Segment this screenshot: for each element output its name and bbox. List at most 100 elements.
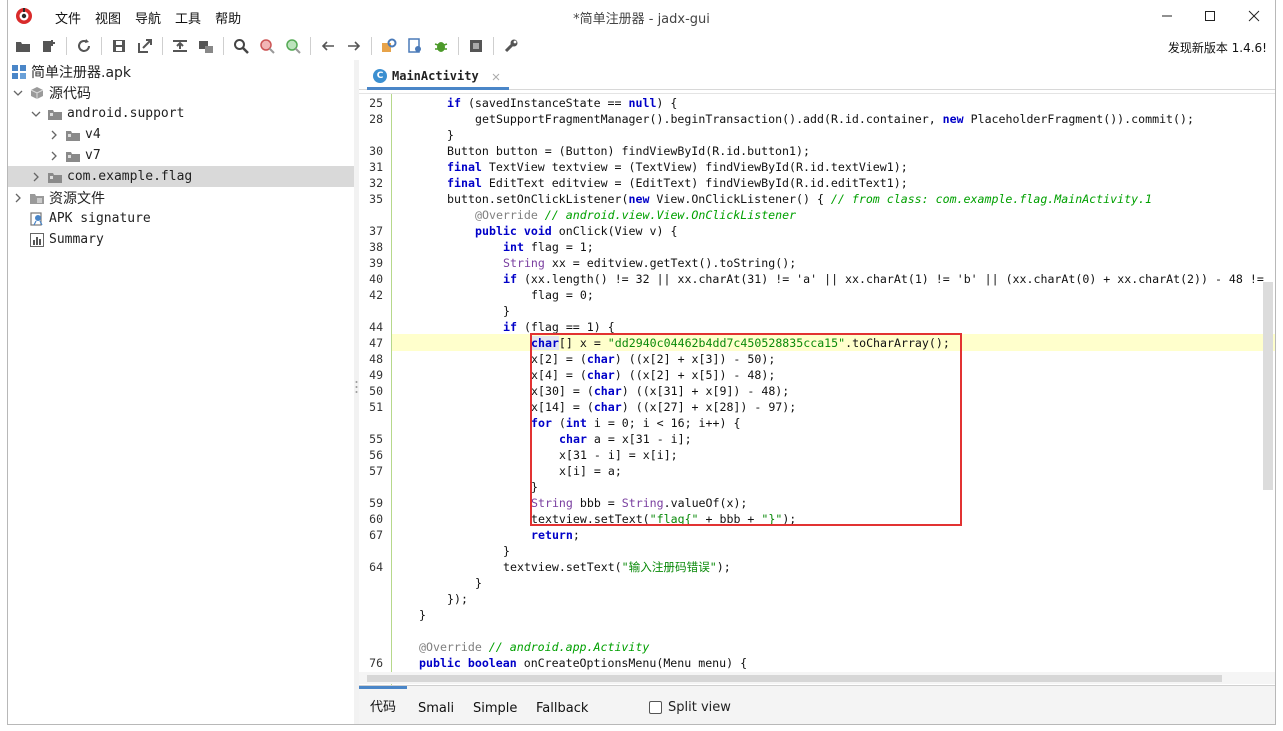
menu-file[interactable]: 文件: [48, 8, 88, 27]
debug-bug-icon[interactable]: [430, 35, 452, 57]
jadx-window: 文件 视图 导航 工具 帮助 *简单注册器 - jadx-gui 发现新版本 1…: [7, 0, 1276, 725]
tree-com-example-flag[interactable]: com.example.flag: [30, 166, 192, 187]
save-all-icon[interactable]: [108, 35, 130, 57]
code-line: String xx = editview.getText().toString(…: [503, 256, 797, 270]
chevron-right-icon[interactable]: [48, 129, 60, 141]
chevron-right-icon[interactable]: [12, 192, 24, 204]
menu-view[interactable]: 视图: [88, 8, 128, 27]
code-line: }: [531, 480, 538, 494]
tree-resources-label: 资源文件: [49, 190, 105, 207]
code-line: public boolean onCreateOptionsMenu(Menu …: [419, 656, 748, 670]
decompile-all-icon[interactable]: [465, 35, 487, 57]
tree-v4[interactable]: v4: [48, 124, 101, 145]
tree-apk-signature-label: APK signature: [49, 211, 151, 226]
open-file-icon[interactable]: [12, 35, 34, 57]
horizontal-scrollbar[interactable]: [367, 675, 1222, 682]
chevron-right-icon[interactable]: [30, 171, 42, 183]
toolbar-divider: [162, 37, 163, 55]
tree-root-apk[interactable]: 简单注册器.apk: [12, 61, 131, 82]
chevron-down-icon[interactable]: [12, 87, 24, 99]
sync-tree-icon[interactable]: [169, 35, 191, 57]
maximize-button[interactable]: [1195, 4, 1225, 28]
tab-fallback[interactable]: Fallback: [536, 694, 588, 722]
toolbar-divider: [493, 37, 494, 55]
close-button[interactable]: [1239, 4, 1269, 28]
code-line: textview.setText("输入注册码错误");: [503, 560, 731, 574]
preferences-wrench-icon[interactable]: [500, 35, 522, 57]
chevron-down-icon[interactable]: [30, 108, 42, 120]
update-available-link[interactable]: 发现新版本 1.4.6!: [1168, 39, 1267, 56]
code-line: }: [503, 304, 510, 318]
code-line: @Override // android.view.View.OnClickLi…: [475, 208, 797, 222]
tree-apk-signature[interactable]: APK signature: [30, 208, 151, 229]
line-number: 37: [369, 224, 383, 238]
code-line: @Override // android.app.Activity: [419, 640, 650, 654]
class-search-icon[interactable]: [256, 35, 278, 57]
menu-tools[interactable]: 工具: [168, 8, 208, 27]
tree-resources[interactable]: 资源文件: [12, 187, 105, 208]
folder-icon: [66, 128, 80, 142]
export-icon[interactable]: [134, 35, 156, 57]
certificate-icon: [30, 211, 44, 226]
line-number: 30: [369, 144, 383, 158]
tab-code[interactable]: 代码: [359, 686, 407, 722]
class-c-icon: C: [373, 68, 387, 83]
code-view[interactable]: 25 28 30 31 32 35 37 38 39 40 42 44 47 4…: [359, 93, 1275, 685]
code-line: char a = x[31 - i];: [559, 432, 692, 446]
code-line: String bbb = String.valueOf(x);: [531, 496, 748, 510]
summary-chart-icon: [30, 232, 44, 247]
code-line: char[] x = "dd2940c04462b4dd7c450528835c…: [531, 336, 950, 350]
tree-v7-label: v7: [85, 148, 101, 163]
forward-arrow-icon[interactable]: [343, 35, 365, 57]
line-number: 44: [369, 320, 383, 334]
toolbar: [8, 33, 1275, 59]
folder-icon: [66, 149, 80, 163]
splitter-grip[interactable]: [355, 380, 358, 394]
tree-com-example-flag-label: com.example.flag: [67, 169, 193, 184]
line-number: 59: [369, 496, 383, 510]
line-number: 56: [369, 448, 383, 462]
package-icon: [30, 86, 44, 100]
log-viewer-icon[interactable]: [404, 35, 426, 57]
view-mode-tabs: 代码 Smali Simple Fallback Split view: [359, 685, 1275, 724]
code-line: textview.setText("flag{" + bbb + "}");: [531, 512, 797, 526]
code-line: x[i] = a;: [559, 464, 622, 478]
tab-smali[interactable]: Smali: [418, 694, 454, 722]
tab-mainactivity[interactable]: C MainActivity: [367, 64, 509, 90]
menu-bar: 文件 视图 导航 工具 帮助: [48, 8, 248, 27]
deobfuscation-icon[interactable]: [378, 35, 400, 57]
tree-source-code[interactable]: 源代码: [12, 82, 91, 103]
code-line: }: [475, 576, 482, 590]
split-view-toggle[interactable]: Split view: [649, 694, 731, 720]
code-line: });: [447, 592, 468, 606]
code-line: }: [503, 544, 510, 558]
add-files-icon[interactable]: [38, 35, 60, 57]
vertical-scrollbar[interactable]: [1263, 282, 1273, 490]
close-icon[interactable]: [491, 71, 501, 81]
usage-search-icon[interactable]: [282, 35, 304, 57]
line-number: 47: [369, 336, 383, 350]
tree-v7[interactable]: v7: [48, 145, 101, 166]
tree-android-support[interactable]: android.support: [30, 103, 184, 124]
reload-icon[interactable]: [73, 35, 95, 57]
code-line: flag = 0;: [531, 288, 594, 302]
resize-grip[interactable]: [638, 719, 652, 723]
line-number: 39: [369, 256, 383, 270]
menu-navigation[interactable]: 导航: [128, 8, 168, 27]
search-icon[interactable]: [230, 35, 252, 57]
chevron-right-icon[interactable]: [48, 150, 60, 162]
tree-summary[interactable]: Summary: [30, 229, 104, 250]
flatten-packages-icon[interactable]: [195, 35, 217, 57]
split-view-checkbox[interactable]: [649, 700, 662, 714]
menu-help[interactable]: 帮助: [208, 8, 248, 27]
minimize-button[interactable]: [1152, 4, 1182, 28]
line-number: 49: [369, 368, 383, 382]
code-line: final TextView textview = (TextView) fin…: [447, 160, 908, 174]
tab-simple[interactable]: Simple: [473, 694, 517, 722]
back-arrow-icon[interactable]: [317, 35, 339, 57]
code-line: final EditText editview = (EditText) fin…: [447, 176, 908, 190]
split-view-label: Split view: [668, 699, 731, 715]
resources-folder-icon: [30, 191, 44, 205]
line-number: 32: [369, 176, 383, 190]
title-bar: 文件 视图 导航 工具 帮助 *简单注册器 - jadx-gui: [8, 0, 1275, 32]
